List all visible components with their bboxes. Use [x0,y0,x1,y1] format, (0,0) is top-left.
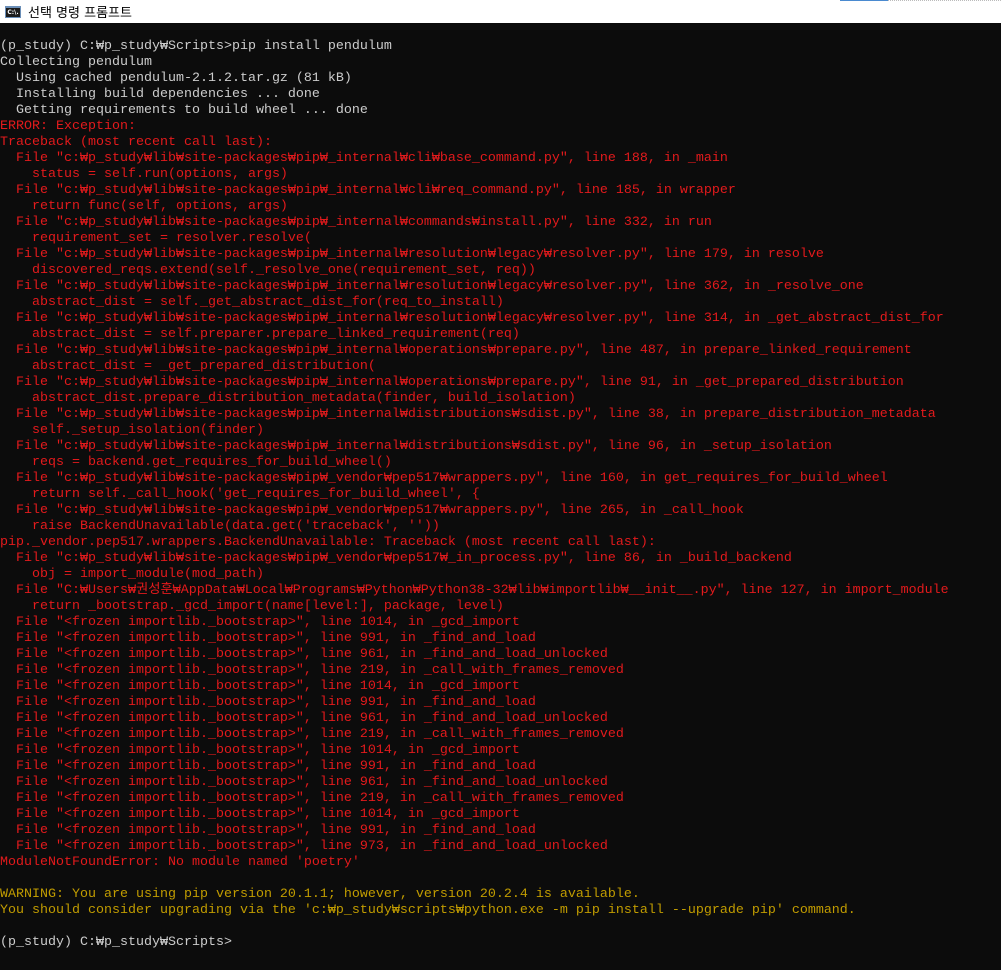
cmd-icon: C:\. [5,5,21,18]
console-line: File "c:₩p_study₩lib₩site-packages₩pip₩_… [0,375,904,390]
console-line: File "<frozen importlib._bootstrap>", li… [0,695,536,710]
console-line: File "<frozen importlib._bootstrap>", li… [0,759,536,774]
console-line: return _bootstrap._gcd_import(name[level… [0,599,504,614]
title-bar: C:\. 선택 명령 프롬프트 [0,0,1001,23]
console-line: File "<frozen importlib._bootstrap>", li… [0,823,536,838]
console-line: (p_study) C:₩p_study₩Scripts>pip install… [0,39,392,54]
console-line: File "c:₩p_study₩lib₩site-packages₩pip₩_… [0,503,744,518]
console-line: pip._vendor.pep517.wrappers.BackendUnava… [0,535,656,550]
console-line: File "c:₩p_study₩lib₩site-packages₩pip₩_… [0,311,944,326]
console-line: Getting requirements to build wheel ... … [0,103,368,118]
console-line: File "c:₩p_study₩lib₩site-packages₩pip₩_… [0,151,728,166]
console-line: File "<frozen importlib._bootstrap>", li… [0,791,624,806]
console-line: raise BackendUnavailable(data.get('trace… [0,519,440,534]
console-line: File "C:₩Users₩권성훈₩AppData₩Local₩Program… [0,583,949,598]
console-line: obj = import_module(mod_path) [0,567,264,582]
console-line: File "<frozen importlib._bootstrap>", li… [0,839,608,854]
console-line: requirement_set = resolver.resolve( [0,231,312,246]
console-line: File "c:₩p_study₩lib₩site-packages₩pip₩_… [0,279,864,294]
console-line: File "<frozen importlib._bootstrap>", li… [0,631,536,646]
console-line: reqs = backend.get_requires_for_build_wh… [0,455,392,470]
console-line: File "c:₩p_study₩lib₩site-packages₩pip₩_… [0,551,792,566]
focus-indicator [840,0,888,1]
console-line: ERROR: Exception: [0,119,136,134]
console-line: You should consider upgrading via the 'c… [0,903,856,918]
command-prompt[interactable]: (p_study) C:₩p_study₩Scripts> [0,935,1001,951]
console-line: File "<frozen importlib._bootstrap>", li… [0,775,608,790]
console-line: Collecting pendulum [0,55,152,70]
console-line: Installing build dependencies ... done [0,87,320,102]
console-line: return func(self, options, args) [0,199,288,214]
console-line: Traceback (most recent call last): [0,135,272,150]
console-line: abstract_dist = self._get_abstract_dist_… [0,295,504,310]
console-line: return self._call_hook('get_requires_for… [0,487,480,502]
console-line: abstract_dist = _get_prepared_distributi… [0,359,376,374]
console-line: File "c:₩p_study₩lib₩site-packages₩pip₩_… [0,471,888,486]
console-line: File "<frozen importlib._bootstrap>", li… [0,807,520,822]
console-line: File "<frozen importlib._bootstrap>", li… [0,647,608,662]
console-line: abstract_dist = self.preparer.prepare_li… [0,327,520,342]
console-line: File "<frozen importlib._bootstrap>", li… [0,615,520,630]
console-line: File "c:₩p_study₩lib₩site-packages₩pip₩_… [0,407,936,422]
console-line: File "c:₩p_study₩lib₩site-packages₩pip₩_… [0,247,824,262]
console-line: status = self.run(options, args) [0,167,288,182]
console-output[interactable]: (p_study) C:₩p_study₩Scripts>pip install… [0,23,1001,970]
console-line: File "c:₩p_study₩lib₩site-packages₩pip₩_… [0,439,832,454]
console-line: File "<frozen importlib._bootstrap>", li… [0,727,624,742]
console-line: abstract_dist.prepare_distribution_metad… [0,391,576,406]
console-line: self._setup_isolation(finder) [0,423,264,438]
console-line: File "<frozen importlib._bootstrap>", li… [0,743,520,758]
console-line: File "<frozen importlib._bootstrap>", li… [0,711,608,726]
window-title: 선택 명령 프롬프트 [28,6,132,21]
console-line: Using cached pendulum-2.1.2.tar.gz (81 k… [0,71,352,86]
focus-indicator-dots [888,0,1001,1]
console-line: File "c:₩p_study₩lib₩site-packages₩pip₩_… [0,183,736,198]
console-line: File "c:₩p_study₩lib₩site-packages₩pip₩_… [0,343,912,358]
console-line: File "<frozen importlib._bootstrap>", li… [0,663,624,678]
console-line: File "c:₩p_study₩lib₩site-packages₩pip₩_… [0,215,712,230]
console-line: File "<frozen importlib._bootstrap>", li… [0,679,520,694]
console-line: WARNING: You are using pip version 20.1.… [0,887,640,902]
console-line: discovered_reqs.extend(self._resolve_one… [0,263,536,278]
console-line: ModuleNotFoundError: No module named 'po… [0,855,360,870]
